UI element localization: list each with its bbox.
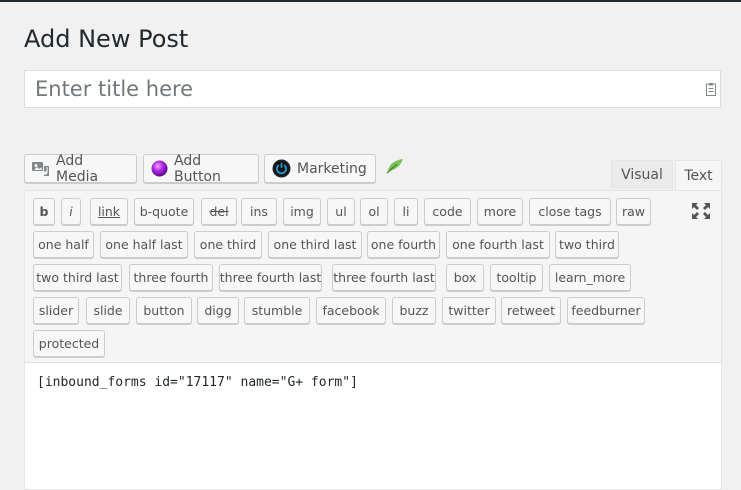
- qt-digg-button[interactable]: digg: [197, 297, 239, 324]
- qt-one-third-button[interactable]: one third: [194, 231, 262, 258]
- add-button-button[interactable]: Add Button: [143, 152, 259, 185]
- fullscreen-icon[interactable]: [692, 203, 710, 219]
- media-icon: [32, 161, 49, 176]
- qt-one-fourth-button[interactable]: one fourth: [367, 231, 440, 258]
- power-icon: [272, 159, 291, 178]
- leaf-icon[interactable]: [386, 158, 404, 174]
- marketing-button[interactable]: Marketing: [264, 154, 376, 183]
- qt-bold-button[interactable]: b: [33, 198, 55, 225]
- qt-buzz-button[interactable]: buzz: [392, 297, 436, 324]
- qt-ol-button[interactable]: ol: [360, 198, 388, 225]
- qt-raw-button[interactable]: raw: [616, 198, 651, 225]
- qt-protected-button[interactable]: protected: [33, 330, 105, 357]
- qt-two-third-last-button[interactable]: two third last: [33, 264, 122, 291]
- qt-feedburner-button[interactable]: feedburner: [567, 297, 645, 324]
- qt-button-button[interactable]: button: [136, 297, 192, 324]
- clipboard-icon: [706, 83, 716, 96]
- marketing-label: Marketing: [297, 160, 367, 177]
- qt-img-button[interactable]: img: [283, 198, 321, 225]
- qt-three-fourth-last-button[interactable]: three fourth last: [219, 264, 322, 291]
- title-field-wrapper: [24, 70, 721, 108]
- qt-two-third-button[interactable]: two third: [555, 231, 619, 258]
- add-media-label: Add Media: [56, 152, 99, 185]
- qt-facebook-button[interactable]: facebook: [316, 297, 386, 324]
- post-title-input[interactable]: [25, 71, 705, 107]
- qt-box-button[interactable]: box: [446, 264, 484, 291]
- qt-code-button[interactable]: code: [424, 198, 471, 225]
- qt-twitter-button[interactable]: twitter: [442, 297, 496, 324]
- qt-li-button[interactable]: li: [394, 198, 418, 225]
- qt-close-tags-button[interactable]: close tags: [529, 198, 611, 225]
- tab-visual[interactable]: Visual: [611, 160, 673, 189]
- add-media-button[interactable]: Add Media: [24, 152, 137, 185]
- qt-stumble-button[interactable]: stumble: [244, 297, 310, 324]
- purple-orb-icon: [151, 160, 168, 177]
- add-button-label: Add Button: [174, 152, 221, 185]
- qt-one-fourth-last-button[interactable]: one fourth last: [446, 231, 550, 258]
- qt-three-fourth-button[interactable]: three fourth: [129, 264, 213, 291]
- qt-tooltip-button[interactable]: tooltip: [490, 264, 543, 291]
- qt-slide-button[interactable]: slide: [86, 297, 130, 324]
- qt-italic-button[interactable]: i: [61, 198, 81, 225]
- qt-one-third-last-button[interactable]: one third last: [268, 231, 362, 258]
- admin-top-border: [0, 0, 741, 2]
- qt-three-fourth-last-button-2[interactable]: three fourth last: [332, 264, 436, 291]
- qt-del-button[interactable]: del: [201, 198, 237, 225]
- qt-ins-button[interactable]: ins: [241, 198, 277, 225]
- quicktags-toolbar: b i link b-quote del ins img ul ol li co…: [25, 191, 721, 363]
- qt-bquote-button[interactable]: b-quote: [134, 198, 194, 225]
- editor-container: b i link b-quote del ins img ul ol li co…: [24, 190, 722, 490]
- qt-retweet-button[interactable]: retweet: [501, 297, 561, 324]
- qt-one-half-last-button[interactable]: one half last: [100, 231, 188, 258]
- qt-ul-button[interactable]: ul: [327, 198, 355, 225]
- qt-learn-more-button[interactable]: learn_more: [549, 264, 631, 291]
- page-title: Add New Post: [24, 25, 189, 53]
- qt-one-half-button[interactable]: one half: [33, 231, 94, 258]
- qt-more-button[interactable]: more: [477, 198, 523, 225]
- qt-link-button[interactable]: link: [90, 198, 128, 225]
- editor-content[interactable]: [inbound_forms id="17117" name="G+ form"…: [37, 375, 358, 390]
- tab-text[interactable]: Text: [675, 160, 722, 191]
- qt-slider-button[interactable]: slider: [33, 297, 79, 324]
